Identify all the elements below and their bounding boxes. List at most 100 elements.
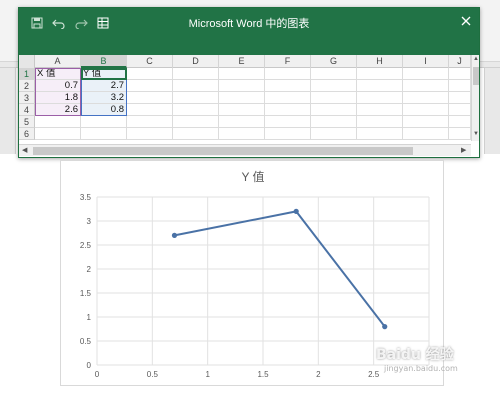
cell-a1[interactable]: X 值 (35, 68, 81, 80)
empty-cell[interactable] (449, 116, 471, 128)
redo-icon[interactable] (73, 15, 89, 31)
data-point[interactable] (382, 324, 388, 330)
row-header-2[interactable]: 2 (19, 80, 35, 92)
column-header-g[interactable]: G (311, 55, 357, 68)
empty-cell[interactable] (311, 104, 357, 116)
column-header-d[interactable]: D (173, 55, 219, 68)
empty-cell[interactable] (81, 128, 127, 140)
cell-b2[interactable]: 2.7 (81, 80, 127, 92)
column-header-j[interactable]: J (449, 55, 471, 68)
column-header-i[interactable]: I (403, 55, 449, 68)
empty-cell[interactable] (35, 116, 81, 128)
empty-cell[interactable] (357, 92, 403, 104)
scroll-up-icon[interactable]: ▲ (472, 56, 480, 62)
spreadsheet-grid[interactable]: A B C D E F G H I J 1 2 3 4 5 6 X 值 Y 值 … (19, 55, 471, 141)
row-header-4[interactable]: 4 (19, 104, 35, 116)
empty-cell[interactable] (449, 92, 471, 104)
column-header-c[interactable]: C (127, 55, 173, 68)
empty-cell[interactable] (127, 68, 173, 80)
empty-cell[interactable] (357, 104, 403, 116)
empty-cell[interactable] (403, 104, 449, 116)
empty-cell[interactable] (127, 116, 173, 128)
empty-cell[interactable] (357, 128, 403, 140)
empty-cell[interactable] (449, 80, 471, 92)
chart-title[interactable]: Y 值 (241, 169, 264, 184)
save-icon[interactable] (29, 15, 45, 31)
scroll-down-icon[interactable]: ▼ (472, 131, 480, 137)
empty-cell[interactable] (127, 92, 173, 104)
empty-cell[interactable] (449, 104, 471, 116)
undo-icon[interactable] (51, 15, 67, 31)
empty-cell[interactable] (173, 68, 219, 80)
x-tick-label: 2 (316, 370, 321, 379)
scroll-right-icon[interactable]: ▶ (461, 146, 466, 154)
column-header-a[interactable]: A (35, 55, 81, 68)
empty-cell[interactable] (173, 80, 219, 92)
empty-cell[interactable] (81, 116, 127, 128)
empty-cell[interactable] (311, 68, 357, 80)
vertical-scrollbar[interactable]: ▲ ▼ (471, 55, 479, 141)
empty-cell[interactable] (265, 128, 311, 140)
cell-a3[interactable]: 1.8 (35, 92, 81, 104)
empty-cell[interactable] (265, 116, 311, 128)
empty-cell[interactable] (449, 128, 471, 140)
empty-cell[interactable] (357, 116, 403, 128)
empty-cell[interactable] (219, 68, 265, 80)
empty-cell[interactable] (219, 80, 265, 92)
cell-a2[interactable]: 0.7 (35, 80, 81, 92)
column-header-h[interactable]: H (357, 55, 403, 68)
empty-cell[interactable] (311, 92, 357, 104)
vertical-scroll-thumb[interactable] (473, 67, 479, 85)
empty-cell[interactable] (311, 116, 357, 128)
empty-cell[interactable] (449, 68, 471, 80)
empty-cell[interactable] (219, 104, 265, 116)
empty-cell[interactable] (403, 68, 449, 80)
horizontal-scroll-thumb[interactable] (33, 147, 413, 155)
column-header-f[interactable]: F (265, 55, 311, 68)
empty-cell[interactable] (173, 128, 219, 140)
row-header-3[interactable]: 3 (19, 92, 35, 104)
empty-cell[interactable] (219, 92, 265, 104)
row-header-1[interactable]: 1 (19, 68, 35, 80)
row-header-6[interactable]: 6 (19, 128, 35, 140)
empty-cell[interactable] (127, 128, 173, 140)
empty-cell[interactable] (219, 116, 265, 128)
empty-cell[interactable] (357, 80, 403, 92)
row-header-5[interactable]: 5 (19, 116, 35, 128)
empty-cell[interactable] (127, 80, 173, 92)
cell-b1[interactable]: Y 值 (81, 68, 127, 80)
empty-cell[interactable] (357, 68, 403, 80)
empty-cell[interactable] (311, 128, 357, 140)
empty-cell[interactable] (403, 128, 449, 140)
data-point[interactable] (171, 232, 178, 238)
y-tick-label: 1.5 (80, 289, 92, 298)
empty-cell[interactable] (173, 116, 219, 128)
table-icon[interactable] (95, 15, 111, 31)
scroll-left-icon[interactable]: ◀ (22, 146, 27, 154)
y-tick-label: 1 (87, 313, 92, 322)
empty-cell[interactable] (173, 92, 219, 104)
empty-cell[interactable] (265, 92, 311, 104)
empty-cell[interactable] (127, 104, 173, 116)
empty-cell[interactable] (173, 104, 219, 116)
empty-cell[interactable] (265, 80, 311, 92)
empty-cell[interactable] (311, 80, 357, 92)
empty-cell[interactable] (403, 116, 449, 128)
select-all-corner[interactable] (19, 55, 35, 68)
empty-cell[interactable] (265, 104, 311, 116)
column-header-b[interactable]: B (81, 55, 127, 68)
empty-cell[interactable] (35, 128, 81, 140)
column-header-row: A B C D E F G H I J (19, 55, 471, 68)
empty-cell[interactable] (403, 80, 449, 92)
cell-b4[interactable]: 0.8 (81, 104, 127, 116)
horizontal-scrollbar[interactable]: ◀ ▶ (19, 144, 471, 156)
empty-cell[interactable] (403, 92, 449, 104)
y-tick-label: 0.5 (80, 337, 92, 346)
close-button[interactable] (457, 12, 475, 30)
empty-cell[interactable] (219, 128, 265, 140)
cell-b3[interactable]: 3.2 (81, 92, 127, 104)
column-header-e[interactable]: E (219, 55, 265, 68)
data-point[interactable] (293, 208, 299, 214)
cell-a4[interactable]: 2.6 (35, 104, 81, 116)
empty-cell[interactable] (265, 68, 311, 80)
